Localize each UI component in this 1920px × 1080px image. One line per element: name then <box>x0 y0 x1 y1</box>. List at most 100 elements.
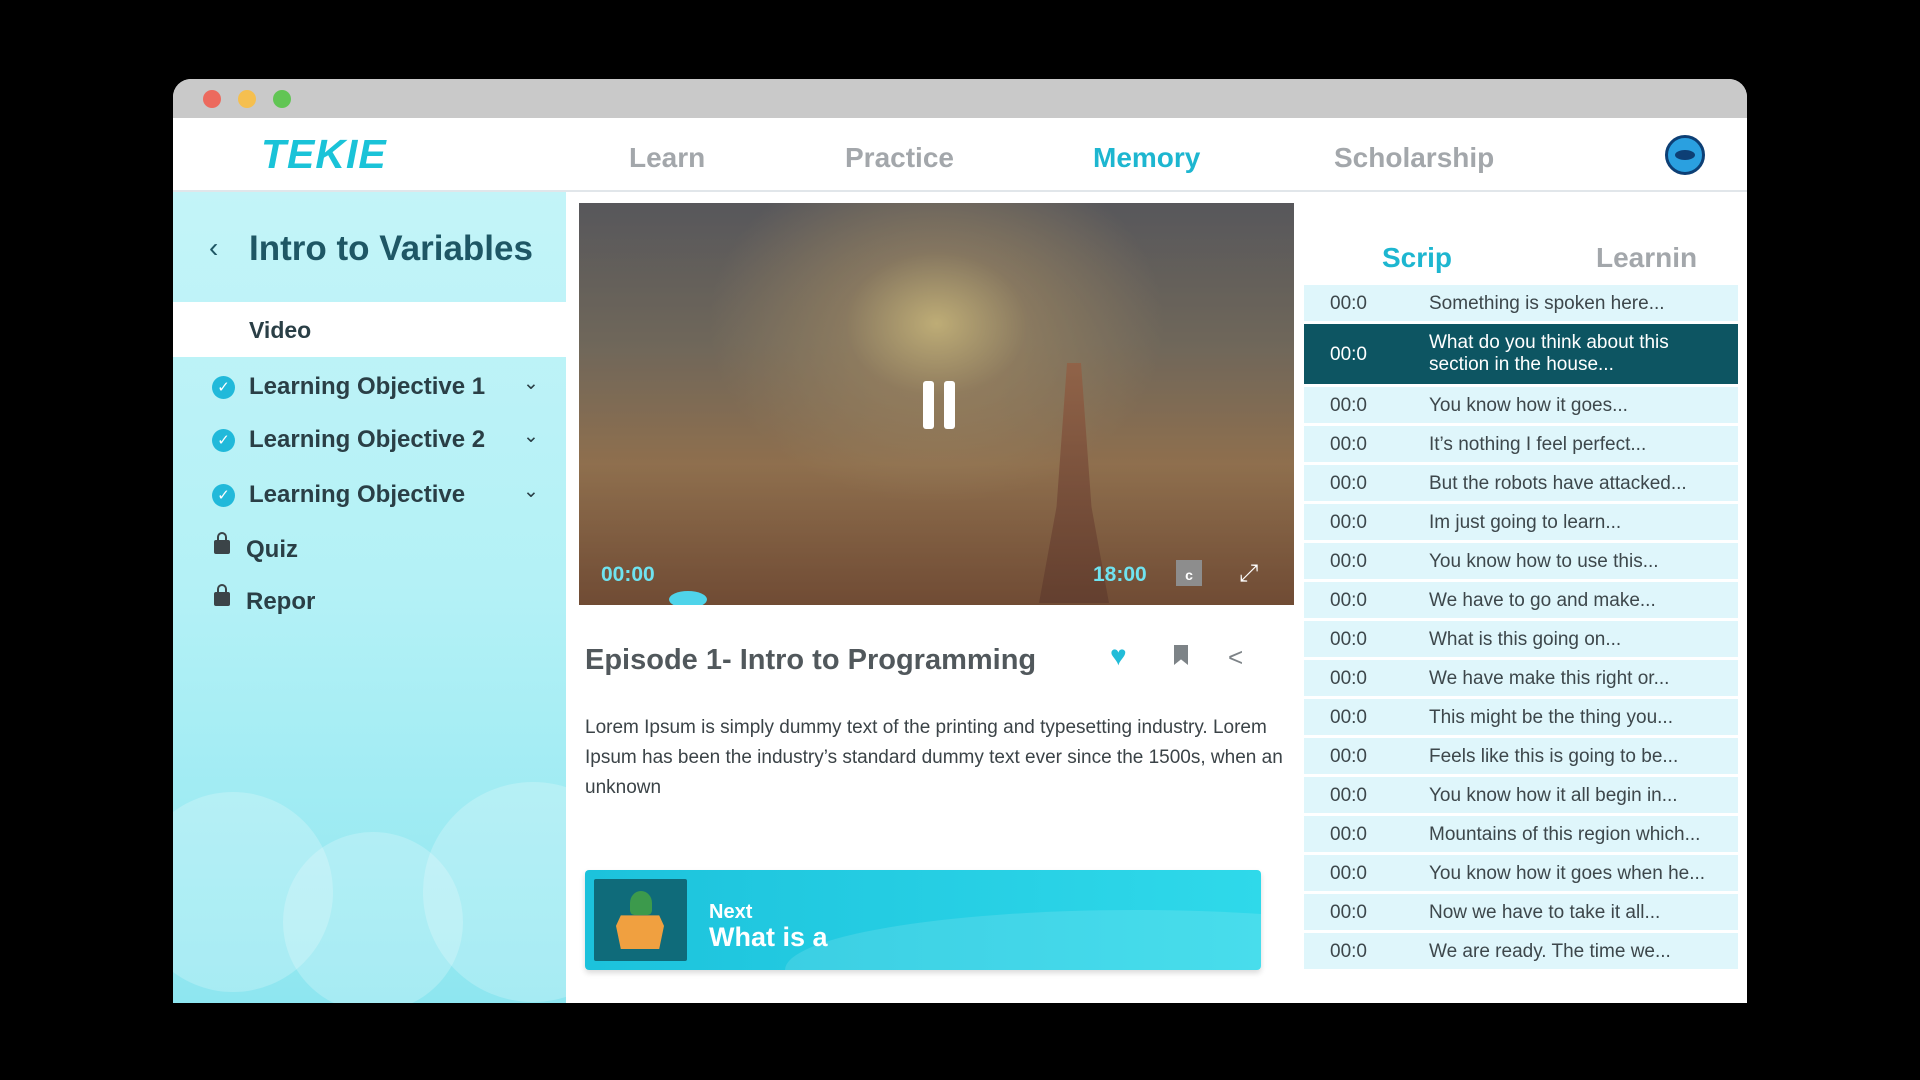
transcript-row[interactable]: 00:0 You know how to use this... <box>1304 543 1738 579</box>
chevron-down-icon[interactable]: ⌄ <box>523 480 539 503</box>
transcript-time: 00:0 <box>1330 590 1367 611</box>
transcript-text: We have make this right or... <box>1429 668 1670 689</box>
nav-memory[interactable]: Memory <box>1093 142 1200 174</box>
transcript-time: 00:0 <box>1330 629 1367 650</box>
scrubber-handle[interactable] <box>669 591 707 605</box>
heart-icon[interactable]: ♥ <box>1110 640 1127 672</box>
transcript-row[interactable]: 00:0 Im just going to learn... <box>1304 504 1738 540</box>
transcript-time: 00:0 <box>1330 473 1367 494</box>
sidebar-item-quiz[interactable]: Quiz <box>173 527 566 577</box>
share-icon[interactable]: < <box>1228 642 1243 673</box>
nav-scholarship[interactable]: Scholarship <box>1334 142 1494 174</box>
check-icon: ✓ <box>212 429 235 452</box>
transcript-row[interactable]: 00:0 We have make this right or... <box>1304 660 1738 696</box>
fullscreen-icon[interactable]: ⤢ <box>1239 560 1258 588</box>
avatar[interactable] <box>1665 135 1705 175</box>
transcript-row[interactable]: 00:0 You know how it goes when he... <box>1304 855 1738 891</box>
episode-description: Lorem Ipsum is simply dummy text of the … <box>585 717 1283 798</box>
transcript-text: Now we have to take it all... <box>1429 902 1661 923</box>
sidebar-item-label: Repor <box>246 588 316 615</box>
transcript-time: 00:0 <box>1330 434 1367 455</box>
tab-learning[interactable]: Learnin <box>1596 242 1697 274</box>
transcript-text: What do you think about this section in … <box>1429 332 1669 375</box>
captions-button[interactable]: c <box>1176 560 1202 586</box>
sidebar-item-label: Learning Objective <box>249 481 466 508</box>
plant-icon <box>630 891 652 915</box>
transcript-row[interactable]: 00:0 Now we have to take it all... <box>1304 894 1738 930</box>
transcript-time: 00:0 <box>1330 824 1367 845</box>
course-title: Intro to Variables <box>249 229 533 268</box>
wave-decoration <box>785 910 1261 970</box>
next-thumbnail <box>594 879 687 961</box>
sidebar-item-report[interactable]: Repor <box>173 579 566 629</box>
pause-icon[interactable] <box>923 381 965 429</box>
transcript-text: You know how it goes when he... <box>1429 863 1706 884</box>
transcript-row[interactable]: 00:0 What do you think about this section… <box>1304 324 1738 384</box>
tab-script[interactable]: Scrip <box>1382 242 1452 274</box>
video-player[interactable]: 00:00 18:00 c ⤢ <box>579 203 1294 605</box>
transcript-text: You know how it all begin in... <box>1429 785 1678 806</box>
transcript-text: It’s nothing I feel perfect... <box>1429 434 1647 455</box>
transcript-time: 00:0 <box>1330 902 1367 923</box>
next-episode-card[interactable]: Next What is a <box>585 870 1261 970</box>
sidebar-item-label: Learning Objective 2 <box>249 426 486 453</box>
transcript-row[interactable]: 00:0 You know how it all begin in... <box>1304 777 1738 813</box>
title-bar <box>173 79 1747 118</box>
close-window-button[interactable] <box>203 90 221 108</box>
transcript-text: We are ready. The time we... <box>1429 941 1671 962</box>
transcript-time: 00:0 <box>1330 785 1367 806</box>
course-header: ‹ Intro to Variables <box>173 192 566 302</box>
nav-practice[interactable]: Practice <box>845 142 954 174</box>
check-icon: ✓ <box>212 484 235 507</box>
transcript-tabs: Scrip Learnin <box>1304 239 1738 287</box>
sidebar-item-label: Quiz <box>246 536 298 563</box>
lock-icon <box>214 584 230 606</box>
transcript-text: Something is spoken here... <box>1429 293 1665 314</box>
sidebar-item-label: Video <box>249 317 312 343</box>
bookmark-icon[interactable] <box>1174 645 1188 665</box>
transcript-row[interactable]: 00:0 We have to go and make... <box>1304 582 1738 618</box>
transcript-row[interactable]: 00:0 Mountains of this region which... <box>1304 816 1738 852</box>
nav-learn[interactable]: Learn <box>629 142 705 174</box>
transcript-time: 00:0 <box>1330 395 1367 416</box>
transcript-row[interactable]: 00:0 We are ready. The time we... <box>1304 933 1738 969</box>
chevron-down-icon[interactable]: ⌄ <box>523 372 539 395</box>
transcript-row[interactable]: 00:0 You know how it goes... <box>1304 387 1738 423</box>
sidebar: ‹ Intro to Variables Video ✓ Learning Ob… <box>173 192 566 1003</box>
zoom-window-button[interactable] <box>273 90 291 108</box>
transcript-row[interactable]: 00:0 But the robots have attacked... <box>1304 465 1738 501</box>
transcript-row[interactable]: 00:0 What is this going on... <box>1304 621 1738 657</box>
sidebar-item-objective-3[interactable]: ✓ Learning Objective ⌄ <box>173 472 566 522</box>
minimize-window-button[interactable] <box>238 90 256 108</box>
sidebar-item-objective-1[interactable]: ✓ Learning Objective 1 ⌄ <box>173 364 566 414</box>
chevron-down-icon[interactable]: ⌄ <box>523 425 539 448</box>
transcript-row[interactable]: 00:0 This might be the thing you... <box>1304 699 1738 735</box>
transcript-text: You know how it goes... <box>1429 395 1628 416</box>
transcript-text: We have to go and make... <box>1429 590 1656 611</box>
app-window: TEKIE Learn Practice Memory Scholarship … <box>173 79 1747 1003</box>
transcript-time: 00:0 <box>1330 293 1367 314</box>
transcript-text: What is this going on... <box>1429 629 1622 650</box>
transcript-time: 00:0 <box>1330 746 1367 767</box>
transcript-time: 00:0 <box>1330 707 1367 728</box>
logo[interactable]: TEKIE <box>261 131 387 178</box>
lock-icon <box>214 532 230 554</box>
transcript-text: Feels like this is going to be... <box>1429 746 1679 767</box>
transcript-text: Mountains of this region which... <box>1429 824 1701 845</box>
sidebar-item-video[interactable]: Video <box>173 302 566 357</box>
sidebar-item-label: Learning Objective 1 <box>249 373 486 400</box>
check-icon: ✓ <box>212 376 235 399</box>
back-chevron-icon[interactable]: ‹ <box>209 232 218 264</box>
transcript-text: You know how to use this... <box>1429 551 1659 572</box>
transcript-time: 00:0 <box>1330 863 1367 884</box>
sidebar-item-objective-2[interactable]: ✓ Learning Objective 2 ⌄ <box>173 417 566 467</box>
transcript-row[interactable]: 00:0 Something is spoken here... <box>1304 285 1738 321</box>
transcript-time: 00:0 <box>1330 941 1367 962</box>
transcript-row[interactable]: 00:0 It’s nothing I feel perfect... <box>1304 426 1738 462</box>
transcript-text: Im just going to learn... <box>1429 512 1622 533</box>
transcript-time: 00:0 <box>1330 668 1367 689</box>
next-label: Next <box>709 901 753 923</box>
transcript-text: But the robots have attacked... <box>1429 473 1687 494</box>
transcript-row[interactable]: 00:0 Feels like this is going to be... <box>1304 738 1738 774</box>
top-nav: TEKIE Learn Practice Memory Scholarship <box>173 118 1747 192</box>
